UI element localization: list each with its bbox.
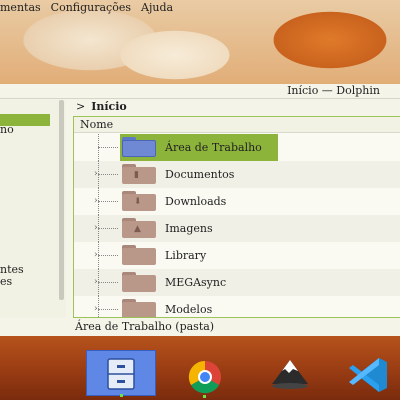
pictures-folder-icon: ▲: [122, 218, 156, 238]
tree-branch: [98, 282, 118, 283]
file-row[interactable]: › Library: [74, 242, 400, 269]
templates-folder-icon: [122, 299, 156, 317]
chrome-icon: [188, 360, 221, 394]
folder-icon: [122, 245, 156, 265]
file-row[interactable]: › Modelos: [74, 296, 400, 317]
sidebar-scrollbar[interactable]: [59, 100, 64, 300]
menu-item-ferramentas[interactable]: mentas: [0, 0, 41, 16]
file-name: Imagens: [165, 222, 213, 235]
file-name: Área de Trabalho: [165, 141, 262, 154]
sidebar-item-es[interactable]: es: [0, 275, 12, 288]
tree-branch: [98, 174, 118, 175]
menu-bar: mentas Configurações Ajuda: [0, 0, 173, 16]
menu-item-ajuda[interactable]: Ajuda: [141, 0, 173, 16]
file-manager-launcher[interactable]: [86, 350, 156, 397]
expand-chevron-icon[interactable]: ›: [94, 169, 98, 179]
file-view[interactable]: Nome Área de Trabalho › ▮ Documentos › ⬇ Downl…: [73, 116, 400, 318]
status-bar: Área de Trabalho (pasta): [75, 320, 215, 333]
column-header-name[interactable]: Nome: [74, 117, 400, 133]
breadcrumb-separator-icon: >: [76, 100, 86, 113]
file-name: Modelos: [165, 303, 213, 316]
places-sidebar: no ntes es: [0, 100, 66, 318]
vscode-icon: [349, 358, 387, 392]
tree-branch: [98, 147, 118, 148]
chrome-launcher[interactable]: [170, 350, 240, 398]
breadcrumb[interactable]: > Início: [76, 100, 127, 114]
file-name: Documentos: [165, 168, 235, 181]
file-row[interactable]: › MEGAsync: [74, 269, 400, 296]
file-cabinet-icon: [107, 358, 135, 390]
dolphin-window: Início — Dolphin no ntes es > Início Nome…: [0, 84, 400, 336]
expand-chevron-icon[interactable]: ›: [94, 223, 98, 233]
file-name: MEGAsync: [165, 276, 227, 289]
tree-branch: [98, 228, 118, 229]
file-name: Library: [165, 249, 207, 262]
expand-chevron-icon[interactable]: ›: [94, 196, 98, 206]
downloads-folder-icon: ⬇: [122, 191, 156, 211]
tree-branch: [98, 201, 118, 202]
file-row[interactable]: Área de Trabalho: [74, 134, 400, 161]
file-name: Downloads: [165, 195, 227, 208]
tree-branch: [98, 255, 118, 256]
sidebar-item-home[interactable]: no: [0, 123, 14, 136]
expand-chevron-icon[interactable]: ›: [94, 304, 98, 314]
file-row[interactable]: › ▮ Documentos: [74, 161, 400, 188]
tree-branch: [98, 309, 118, 310]
running-indicator: [120, 394, 123, 397]
title-divider: [0, 98, 400, 99]
inkscape-icon: [272, 360, 308, 389]
documents-folder-icon: ▮: [122, 164, 156, 184]
tree-line: [98, 296, 99, 317]
breadcrumb-current[interactable]: Início: [91, 100, 127, 113]
expand-chevron-icon[interactable]: ›: [94, 277, 98, 287]
file-row[interactable]: › ▲ Imagens: [74, 215, 400, 242]
running-indicator: [203, 395, 206, 398]
menu-item-configuracoes[interactable]: Configurações: [51, 0, 131, 16]
taskbar-panel: [0, 350, 400, 400]
desktop-folder-icon: [122, 137, 156, 157]
window-title: Início — Dolphin: [287, 84, 380, 97]
file-row[interactable]: › ⬇ Downloads: [74, 188, 400, 215]
folder-icon: [122, 272, 156, 292]
expand-chevron-icon[interactable]: ›: [94, 250, 98, 260]
inkscape-launcher[interactable]: [255, 350, 325, 396]
vscode-launcher[interactable]: [335, 350, 400, 396]
